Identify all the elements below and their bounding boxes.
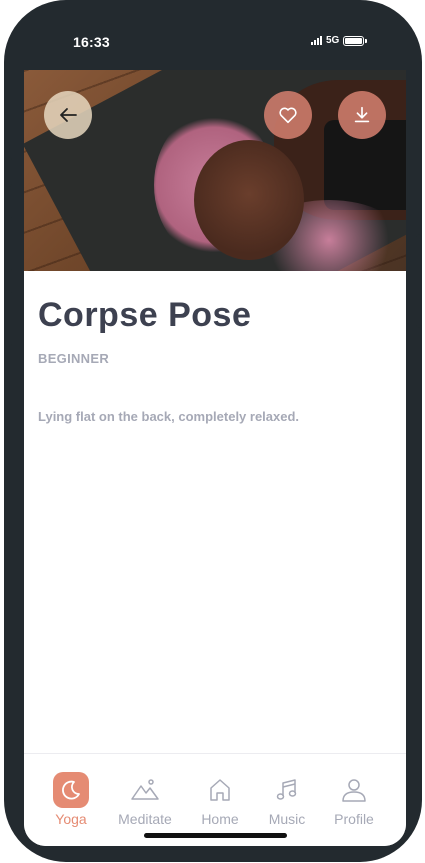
tab-profile[interactable]: Profile (316, 772, 392, 827)
tab-label: Yoga (55, 811, 87, 827)
tab-label: Profile (334, 811, 374, 827)
signal-icon (311, 36, 322, 45)
tab-music[interactable]: Music (249, 772, 325, 827)
volume-down-button (4, 290, 12, 347)
music-note-icon (269, 772, 305, 808)
network-label: 5G (326, 35, 340, 46)
pose-description: Lying flat on the back, completely relax… (38, 409, 300, 424)
pose-title: Corpse Pose (38, 296, 252, 334)
tab-label: Meditate (118, 811, 172, 827)
power-button (416, 234, 422, 328)
mountain-icon (127, 772, 163, 808)
tab-yoga[interactable]: Yoga (33, 772, 109, 827)
back-button[interactable] (44, 91, 92, 139)
tab-label: Music (268, 811, 306, 827)
pose-hero-image (24, 70, 406, 271)
home-indicator (144, 833, 287, 838)
tab-home[interactable]: Home (182, 772, 258, 827)
heart-icon (279, 107, 297, 124)
home-icon (202, 772, 238, 808)
pose-level: BEGINNER (38, 351, 110, 366)
download-icon (354, 106, 370, 123)
download-button[interactable] (338, 91, 386, 139)
user-icon (336, 772, 372, 808)
battery-icon (343, 35, 368, 46)
moon-icon (53, 772, 89, 808)
tab-meditate[interactable]: Meditate (107, 772, 183, 827)
status-indicators: 5G (311, 35, 368, 46)
arrow-left-icon (60, 108, 77, 122)
volume-up-button (4, 215, 12, 272)
tab-label: Home (201, 811, 239, 827)
favorite-button[interactable] (264, 91, 312, 139)
status-time: 16:33 (73, 34, 110, 50)
screen: Corpse Pose BEGINNER Lying flat on the b… (24, 70, 406, 846)
silent-switch (4, 157, 12, 187)
bottom-tab-bar: Yoga Meditate Home Music Profile (24, 753, 406, 846)
